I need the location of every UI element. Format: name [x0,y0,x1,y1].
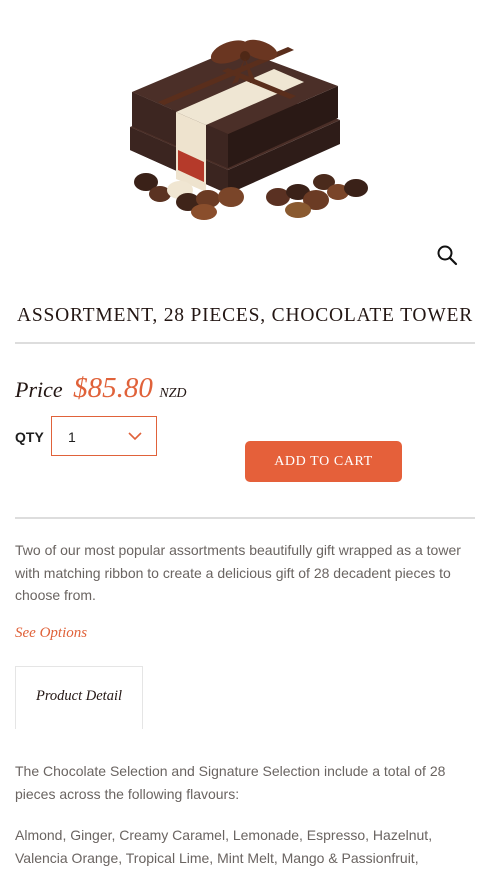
detail-paragraph-2: Almond, Ginger, Creamy Caramel, Lemonade… [15,827,433,866]
product-description: Two of our most popular assortments beau… [15,542,461,603]
price-label: Price [15,377,63,402]
tab-product-detail[interactable]: Product Detail [15,666,143,729]
quantity-value: 1 [68,429,76,445]
chevron-down-icon [128,432,142,441]
product-title: ASSORTMENT, 28 PIECES, CHOCOLATE TOWER [16,305,474,326]
quantity-select[interactable]: 1 [51,416,157,456]
chocolate-box-illustration [130,39,368,220]
divider [15,342,475,344]
price-currency: NZD [159,386,187,401]
qty-label: QTY [15,429,44,445]
product-image[interactable] [128,22,373,220]
price-value: $85.80 [73,372,153,404]
price-row: Price $85.80 NZD [15,372,187,412]
add-to-cart-button[interactable]: ADD TO CART [245,441,402,482]
see-options-link[interactable]: See Options [15,625,87,642]
divider [15,517,475,519]
magnifier-icon[interactable] [436,244,458,266]
detail-paragraph-1: The Chocolate Selection and Signature Se… [15,763,446,802]
tab-label: Product Detail [35,688,123,704]
